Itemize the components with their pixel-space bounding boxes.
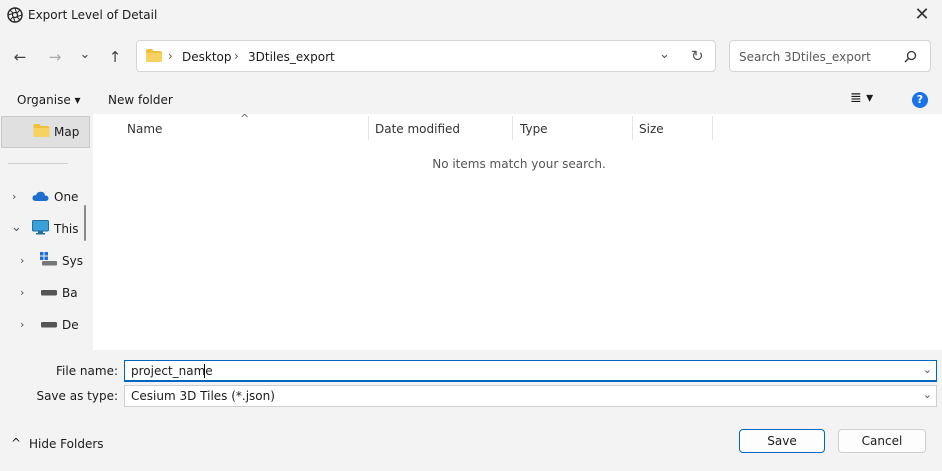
column-header-size[interactable]: Size: [639, 122, 664, 136]
chevron-down-icon[interactable]: ⌄: [923, 388, 932, 401]
save-as-type-value: Cesium 3D Tiles (*.json): [131, 389, 275, 403]
breadcrumb-separator: ›: [168, 49, 173, 63]
collapse-chevron-icon[interactable]: ⌄: [11, 220, 22, 235]
nav-item-onedrive[interactable]: One: [54, 190, 78, 204]
expand-chevron-icon[interactable]: ›: [20, 254, 24, 267]
monitor-icon: [32, 220, 49, 235]
drive-icon: [41, 322, 57, 328]
empty-message: No items match your search.: [432, 157, 606, 171]
nav-item-drive-ba[interactable]: Ba: [62, 286, 78, 300]
breadcrumb-desktop[interactable]: Desktop: [182, 50, 232, 64]
column-separator[interactable]: [712, 116, 713, 140]
aperture-icon: [7, 7, 23, 23]
drive-icon: [41, 290, 57, 296]
folder-icon: [33, 124, 50, 137]
file-list[interactable]: [93, 114, 942, 350]
chevron-down-icon[interactable]: ⌄: [923, 363, 932, 376]
file-name-value: project_name: [131, 364, 213, 378]
save-as-type-label: Save as type:: [36, 389, 118, 403]
nav-item-system-drive[interactable]: Sys: [62, 254, 83, 268]
search-icon[interactable]: [904, 50, 917, 63]
organise-menu[interactable]: Organise ▾: [17, 93, 81, 107]
column-separator[interactable]: [512, 116, 513, 140]
up-button[interactable]: ↑: [104, 46, 126, 68]
nav-item-this-pc[interactable]: This: [54, 222, 79, 236]
nav-item-map-label: Map: [54, 125, 80, 139]
window-title: Export Level of Detail: [28, 8, 158, 22]
column-separator[interactable]: [368, 116, 369, 140]
nav-scrollbar[interactable]: [84, 205, 86, 241]
system-drive-icon: [40, 252, 57, 266]
expand-chevron-icon[interactable]: ›: [12, 190, 16, 203]
divider: [8, 163, 68, 164]
cloud-icon: [32, 191, 49, 201]
sort-ascending-icon: ^: [240, 112, 250, 125]
cancel-button[interactable]: Cancel: [838, 429, 926, 453]
column-header-type[interactable]: Type: [520, 122, 548, 136]
refresh-icon[interactable]: ↻: [691, 47, 704, 65]
help-icon[interactable]: ?: [912, 92, 928, 108]
text-cursor: [204, 364, 205, 378]
recent-locations-button[interactable]: ⌄: [74, 44, 96, 66]
expand-chevron-icon[interactable]: ›: [20, 286, 24, 299]
save-button[interactable]: Save: [739, 429, 825, 453]
file-name-label: File name:: [56, 364, 118, 378]
breadcrumb-3dtiles-export[interactable]: 3Dtiles_export: [248, 50, 335, 64]
save-as-type-select[interactable]: Cesium 3D Tiles (*.json) ⌄: [124, 385, 937, 407]
new-folder-button[interactable]: New folder: [108, 93, 173, 107]
column-header-date-modified[interactable]: Date modified: [375, 122, 460, 136]
address-bar[interactable]: › Desktop › 3Dtiles_export ⌄ ↻: [136, 40, 716, 72]
expand-chevron-icon[interactable]: ›: [20, 318, 24, 331]
address-dropdown-icon[interactable]: ⌄: [659, 47, 670, 62]
view-options-button[interactable]: ≣ ▾: [850, 90, 873, 106]
file-name-input[interactable]: project_name ⌄: [124, 360, 937, 382]
close-button[interactable]: ✕: [912, 5, 932, 25]
breadcrumb-separator: ›: [234, 49, 239, 63]
folder-icon: [146, 49, 162, 62]
back-button[interactable]: ←: [9, 46, 31, 68]
forward-button[interactable]: →: [44, 46, 66, 68]
column-separator[interactable]: [632, 116, 633, 140]
hide-folders-button[interactable]: Hide Folders: [29, 437, 104, 451]
nav-item-drive-de[interactable]: De: [62, 318, 79, 332]
search-box[interactable]: Search 3Dtiles_export: [729, 40, 931, 72]
column-header-name[interactable]: Name: [127, 122, 162, 136]
hide-folders-chevron-icon[interactable]: ^: [11, 436, 21, 450]
search-placeholder: Search 3Dtiles_export: [739, 50, 871, 64]
